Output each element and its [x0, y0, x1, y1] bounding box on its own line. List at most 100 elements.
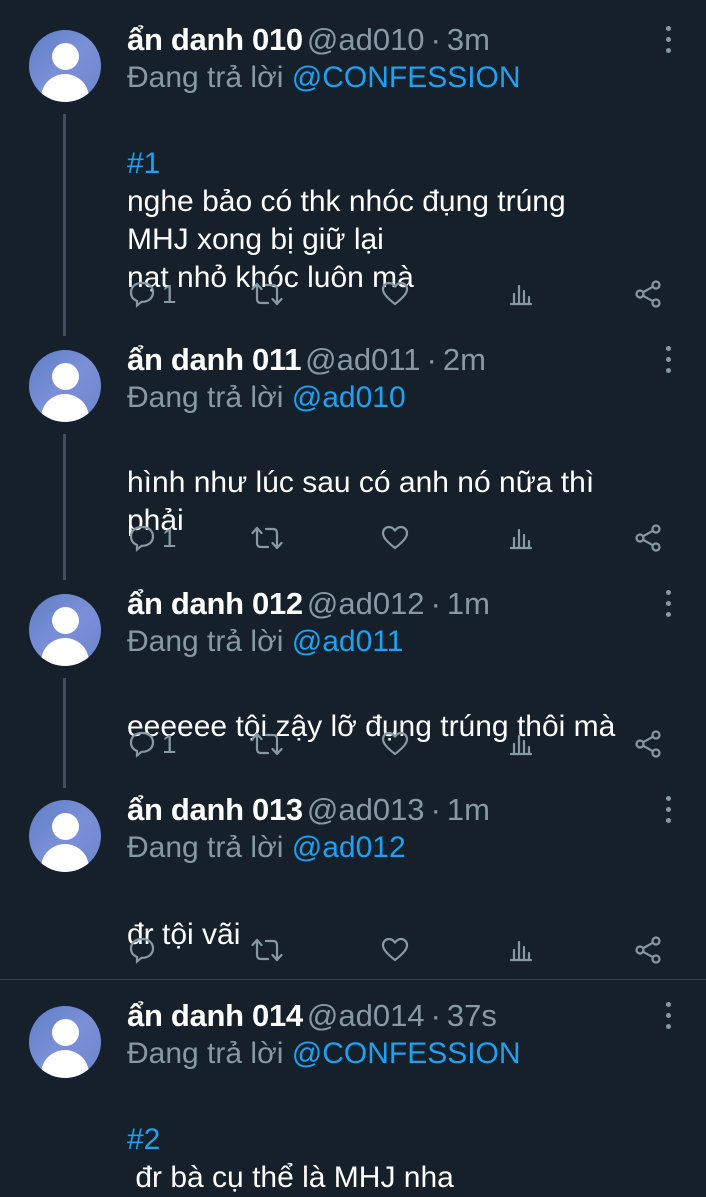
timestamp[interactable]: 3m — [447, 22, 490, 57]
replying-to-label: Đang trả lời — [127, 381, 284, 414]
reply-button[interactable]: 1 — [128, 276, 188, 312]
avatar[interactable] — [29, 30, 101, 102]
tweet-actions: 1 — [0, 520, 706, 556]
user-handle[interactable]: @ad010 — [307, 22, 425, 57]
replying-to: Đang trả lời @CONFESSION — [127, 58, 521, 98]
reply-count: 1 — [162, 729, 177, 759]
reply-button[interactable]: 1 — [128, 726, 188, 762]
heart-icon — [381, 937, 409, 962]
like-button[interactable] — [381, 276, 411, 312]
replying-to-label: Đang trả lời — [127, 625, 284, 658]
replying-to: Đang trả lời @ad012 — [127, 828, 406, 868]
tweet-header: ẩn danh 011 @ad011 · 2m — [127, 340, 486, 380]
replying-to: Đang trả lời @ad011 — [127, 622, 403, 662]
like-button[interactable] — [381, 726, 411, 762]
like-button[interactable] — [381, 520, 411, 556]
replying-to: Đang trả lời @ad010 — [127, 378, 406, 418]
tweet-header: ẩn danh 014 @ad014 · 37s — [127, 996, 497, 1036]
separator-dot: · — [426, 342, 437, 377]
retweet-button[interactable] — [251, 726, 287, 762]
share-icon — [635, 524, 661, 552]
retweet-icon — [251, 282, 283, 306]
more-options-icon[interactable] — [662, 346, 674, 376]
more-options-icon[interactable] — [662, 1002, 674, 1032]
avatar[interactable] — [29, 800, 101, 872]
more-options-icon[interactable] — [662, 26, 674, 56]
replying-to-label: Đang trả lời — [127, 61, 284, 94]
display-name[interactable]: ẩn danh 012 — [127, 586, 303, 621]
tweet-header: ẩn danh 013 @ad013 · 1m — [127, 790, 490, 830]
separator-dot: · — [430, 22, 441, 57]
timestamp[interactable]: 1m — [447, 586, 490, 621]
share-button[interactable] — [634, 726, 664, 762]
replying-to-mention[interactable]: @ad012 — [292, 831, 406, 864]
display-name[interactable]: ẩn danh 013 — [127, 792, 303, 827]
display-name[interactable]: ẩn danh 014 — [127, 998, 303, 1033]
share-icon — [635, 936, 661, 964]
timestamp[interactable]: 37s — [447, 998, 497, 1033]
reply-icon — [129, 281, 155, 308]
replying-to-label: Đang trả lời — [127, 1037, 284, 1070]
reply-icon — [129, 937, 155, 964]
display-name[interactable]: ẩn danh 010 — [127, 22, 303, 57]
replying-to-mention[interactable]: @ad011 — [292, 625, 404, 658]
like-button[interactable] — [381, 932, 411, 968]
thread-line — [63, 434, 66, 580]
tweet-actions: 1 — [0, 726, 706, 762]
replying-to-mention[interactable]: @CONFESSION — [292, 1037, 521, 1070]
reply-icon — [129, 525, 155, 552]
user-handle[interactable]: @ad014 — [307, 998, 425, 1033]
display-name[interactable]: ẩn danh 011 — [127, 342, 301, 377]
tweet-body: đr bà cụ thể là MHJ nha — [127, 1161, 454, 1194]
more-options-icon[interactable] — [662, 796, 674, 826]
retweet-button[interactable] — [251, 932, 287, 968]
heart-icon — [381, 281, 409, 306]
heart-icon — [381, 525, 409, 550]
analytics-button[interactable] — [509, 276, 535, 312]
avatar[interactable] — [29, 594, 101, 666]
timestamp[interactable]: 2m — [443, 342, 486, 377]
reply-count: 1 — [162, 523, 177, 553]
retweet-icon — [251, 732, 283, 756]
tweet-actions: 1 — [0, 276, 706, 312]
analytics-icon — [509, 528, 533, 550]
retweet-button[interactable] — [251, 520, 287, 556]
reply-count: 1 — [162, 279, 177, 309]
tweet-text: #2 đr bà cụ thể là MHJ nha — [127, 1083, 657, 1197]
timestamp[interactable]: 1m — [447, 792, 490, 827]
retweet-icon — [251, 526, 283, 550]
analytics-icon — [509, 734, 533, 756]
tweet-header: ẩn danh 010 @ad010 · 3m — [127, 20, 490, 60]
analytics-button[interactable] — [509, 932, 535, 968]
analytics-button[interactable] — [509, 726, 535, 762]
tweet-divider — [0, 979, 706, 980]
analytics-button[interactable] — [509, 520, 535, 556]
separator-dot: · — [430, 792, 441, 827]
share-button[interactable] — [634, 276, 664, 312]
hashtag[interactable]: #1 — [127, 145, 657, 183]
retweet-button[interactable] — [251, 276, 287, 312]
separator-dot: · — [430, 998, 441, 1033]
tweet-header: ẩn danh 012 @ad012 · 1m — [127, 584, 490, 624]
share-icon — [635, 280, 661, 308]
analytics-icon — [509, 940, 533, 962]
analytics-icon — [509, 284, 533, 306]
hashtag[interactable]: #2 — [127, 1121, 657, 1159]
more-options-icon[interactable] — [662, 590, 674, 620]
reply-icon — [129, 731, 155, 758]
reply-button[interactable] — [128, 932, 188, 968]
tweet-text: #1 nghe bảo có thk nhóc đụng trúng MHJ xo… — [127, 107, 657, 297]
avatar[interactable] — [29, 350, 101, 422]
reply-button[interactable]: 1 — [128, 520, 188, 556]
replying-to-mention[interactable]: @CONFESSION — [292, 61, 521, 94]
share-button[interactable] — [634, 520, 664, 556]
retweet-icon — [251, 938, 283, 962]
tweet-actions — [0, 932, 706, 968]
user-handle[interactable]: @ad011 — [305, 342, 420, 377]
replying-to-mention[interactable]: @ad010 — [292, 381, 406, 414]
separator-dot: · — [430, 586, 441, 621]
user-handle[interactable]: @ad012 — [307, 586, 425, 621]
user-handle[interactable]: @ad013 — [307, 792, 425, 827]
share-button[interactable] — [634, 932, 664, 968]
avatar[interactable] — [29, 1006, 101, 1078]
